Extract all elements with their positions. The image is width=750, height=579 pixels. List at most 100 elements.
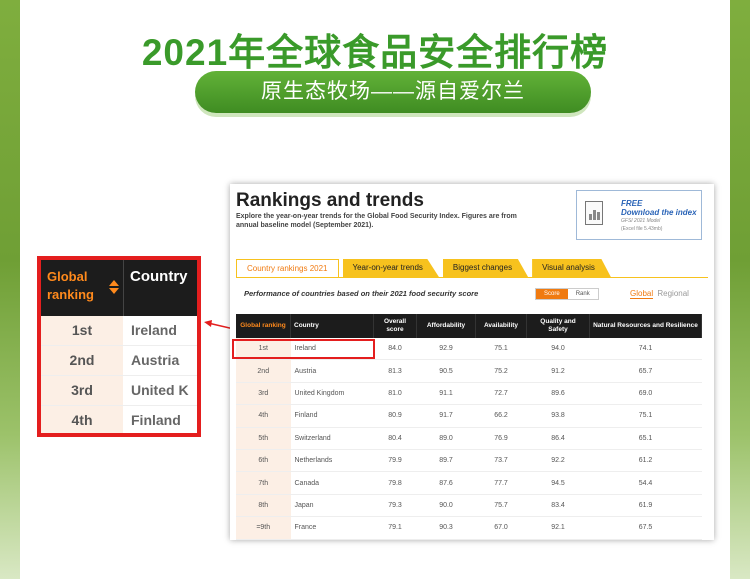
table-row: =9th France 79.1 90.3 67.0 92.1 67.5: [236, 516, 702, 540]
zoom-country-cell: United K: [131, 382, 189, 398]
quality-safety-cell: 92.1: [526, 516, 590, 540]
col-global-ranking[interactable]: Global ranking: [236, 314, 291, 338]
score-rank-toggle: Score Rank: [535, 288, 599, 300]
zoom-inset: Global ranking Country 1st Ireland 2nd Aust…: [37, 256, 201, 437]
availability-cell: 75.1: [475, 338, 527, 361]
score-toggle-button[interactable]: Score: [536, 289, 568, 299]
highlight-box: [232, 339, 375, 359]
tab-year-on-year[interactable]: Year-on-year trends: [342, 259, 439, 277]
regional-link[interactable]: Regional: [657, 289, 689, 298]
overall-score-cell: 81.0: [373, 382, 417, 406]
affordability-cell: 90.5: [416, 359, 476, 383]
availability-cell: 67.0: [475, 516, 527, 540]
overall-score-cell: 79.3: [373, 494, 417, 518]
download-file-size: (Excel file 5.43mb): [621, 226, 663, 232]
table-row: =9thUnited States79.188.771.094.361.3: [236, 539, 702, 540]
rank-toggle-button[interactable]: Rank: [568, 289, 598, 299]
affordability-cell: 89.7: [416, 449, 476, 473]
zoom-country-cell: Ireland: [131, 322, 177, 338]
col-affordability[interactable]: Affordability: [416, 314, 476, 338]
table-row: 2nd Austria 81.3 90.5 75.2 91.2 65.7: [236, 359, 702, 383]
global-link[interactable]: Global: [630, 289, 654, 299]
panel-description: Explore the year-on-year trends for the …: [236, 213, 517, 229]
zoom-row: 2nd Austria: [41, 346, 197, 376]
page-headline: 2021年全球食品安全排行榜: [141, 32, 609, 73]
availability-cell: 77.7: [475, 471, 527, 495]
zoom-col-rank: Global ranking: [41, 260, 123, 316]
availability-cell: 75.7: [475, 494, 527, 518]
rank-cell: 4th: [236, 404, 291, 428]
zoom-row: 4th Finland: [41, 406, 197, 433]
zoom-rank-cell: 1st: [41, 316, 123, 345]
zoom-rank-cell: 3rd: [41, 376, 123, 405]
country-cell: Austria: [290, 359, 374, 383]
overall-score-cell: 81.3: [373, 359, 417, 383]
affordability-cell: 92.9: [416, 338, 476, 361]
country-cell: United Kingdom: [290, 382, 374, 406]
zoom-country-cell: Finland: [131, 412, 181, 428]
tab-biggest-changes[interactable]: Biggest changes: [442, 259, 529, 277]
rank-cell: 8th: [236, 494, 291, 518]
natural-resources-cell: 67.5: [589, 516, 702, 540]
natural-resources-cell: 65.1: [589, 427, 702, 450]
country-cell: United States: [290, 539, 374, 540]
overall-score-cell: 79.1: [373, 539, 417, 540]
overall-score-cell: 79.9: [373, 449, 417, 473]
natural-resources-cell: 74.1: [589, 338, 702, 361]
country-cell: France: [290, 516, 374, 540]
quality-safety-cell: 89.6: [526, 382, 590, 406]
rank-cell: 3rd: [236, 382, 291, 406]
quality-safety-cell: 86.4: [526, 427, 590, 450]
tab-country-rankings[interactable]: Country rankings 2021: [236, 259, 339, 278]
availability-cell: 75.2: [475, 359, 527, 383]
rankings-screenshot: Rankings and trends Explore the year-on-…: [230, 184, 714, 540]
zoom-row: 1st Ireland: [41, 316, 197, 346]
country-cell: Japan: [290, 494, 374, 518]
download-index-box[interactable]: FREE Download the index GFSI 2021 Model …: [576, 190, 702, 240]
quality-safety-cell: 94.0: [526, 338, 590, 361]
natural-resources-cell: 61.9: [589, 494, 702, 518]
table-header-row: Global ranking Country Overall score Aff…: [236, 314, 702, 338]
overall-score-cell: 79.8: [373, 471, 417, 495]
sort-icon: [109, 280, 119, 294]
country-cell: Switzerland: [290, 427, 374, 450]
left-green-border: [0, 0, 20, 579]
zoom-country-cell: Austria: [131, 352, 180, 368]
col-quality-safety[interactable]: Quality and Safety: [526, 314, 590, 338]
zoom-rows: 1st Ireland 2nd Austria 3rd United K 4th Finlan…: [41, 316, 197, 433]
banner-text: 原生态牧场——源自爱尔兰: [261, 80, 525, 103]
natural-resources-cell: 69.0: [589, 382, 702, 406]
country-cell: Netherlands: [290, 449, 374, 473]
right-green-border: [730, 0, 750, 579]
col-overall-score[interactable]: Overall score: [373, 314, 417, 338]
table-row: 6th Netherlands 79.9 89.7 73.7 92.2 61.2: [236, 449, 702, 473]
rank-cell: 7th: [236, 471, 291, 495]
rank-cell: =9th: [236, 516, 291, 540]
col-country[interactable]: Country: [290, 314, 374, 338]
table-body: 1st Ireland 84.0 92.9 75.1 94.0 74.1 2nd Austria…: [236, 338, 702, 540]
rank-cell: =9th: [236, 539, 291, 540]
tab-visual-analysis[interactable]: Visual analysis: [532, 259, 611, 277]
download-link[interactable]: Download the index: [621, 208, 697, 217]
rank-cell: 2nd: [236, 359, 291, 383]
scope-switch: Global Regional: [630, 289, 689, 299]
panel-title: Rankings and trends: [236, 190, 424, 211]
col-availability[interactable]: Availability: [475, 314, 527, 338]
affordability-cell: 87.6: [416, 471, 476, 495]
rank-cell: 5th: [236, 427, 291, 450]
table-row: 4th Finland 80.9 91.7 66.2 93.8 75.1: [236, 404, 702, 428]
overall-score-cell: 80.4: [373, 427, 417, 450]
overall-score-cell: 79.1: [373, 516, 417, 540]
affordability-cell: 91.7: [416, 404, 476, 428]
zoom-col-country: Country: [123, 260, 197, 316]
natural-resources-cell: 61.3: [589, 539, 702, 540]
quality-safety-cell: 94.3: [526, 539, 590, 540]
zoom-header: Global ranking Country: [41, 260, 197, 316]
natural-resources-cell: 75.1: [589, 404, 702, 428]
country-cell: Finland: [290, 404, 374, 428]
quality-safety-cell: 93.8: [526, 404, 590, 428]
tab-divider: [236, 277, 708, 278]
zoom-row: 3rd United K: [41, 376, 197, 406]
col-natural-resources[interactable]: Natural Resources and Resilience: [589, 314, 702, 338]
zoom-rank-cell: 2nd: [41, 346, 123, 375]
